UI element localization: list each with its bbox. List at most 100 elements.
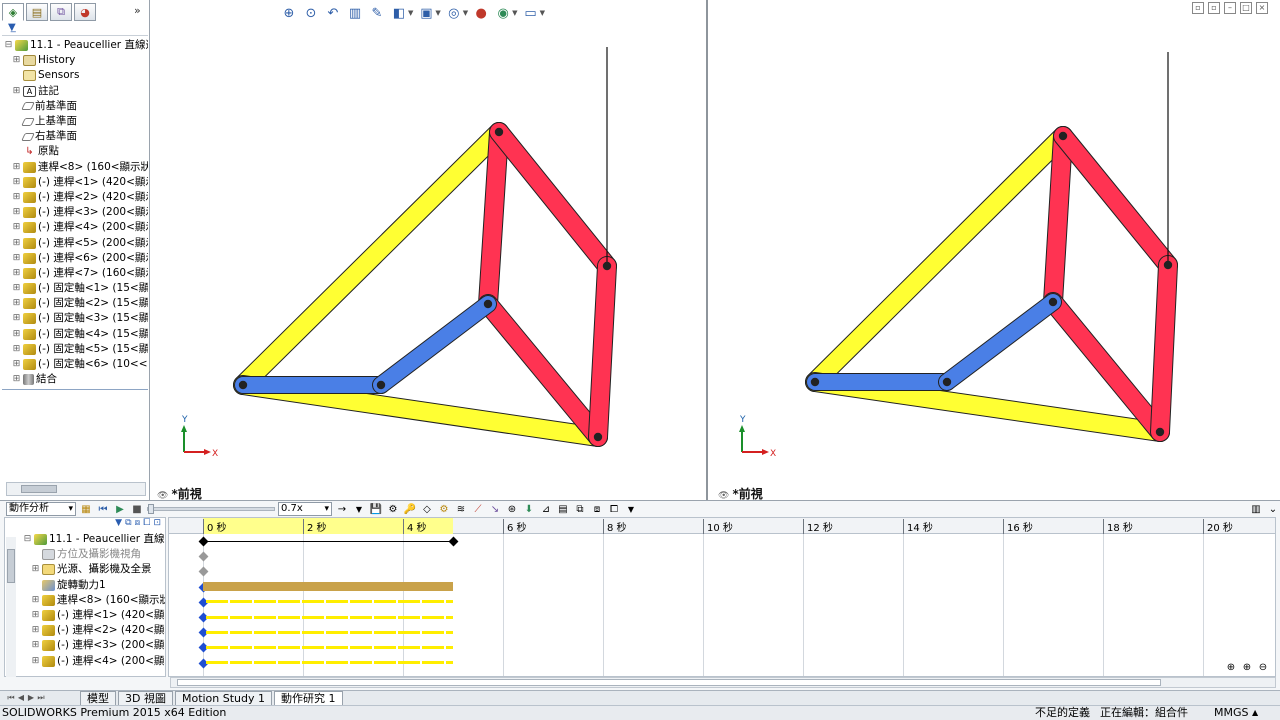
scrollbar-thumb[interactable]	[7, 549, 15, 583]
dropdown-arrow-icon[interactable]: ▼	[463, 9, 468, 17]
pin-joint[interactable]	[1163, 260, 1173, 270]
expand-toggle-icon[interactable]: ⊞	[12, 266, 21, 281]
tree-node[interactable]: ⊞ A 註記	[2, 84, 148, 99]
document-tab[interactable]: Motion Study 1	[174, 691, 273, 705]
expand-toggle-icon[interactable]: ⊞	[12, 220, 21, 235]
tile-icon[interactable]: ▫	[1192, 2, 1204, 14]
tree-node[interactable]: ⊞ (-) 連桿<2> (420<顯示狀	[2, 190, 148, 205]
results-plots-icon[interactable]: ⊿	[539, 502, 553, 516]
motion-tree-scrollbar[interactable]	[6, 537, 16, 677]
motion-tree-row[interactable]: ⊞ (-) 連桿<1> (420<顯示	[5, 608, 165, 623]
pin-joint[interactable]	[1155, 427, 1165, 437]
tree-node[interactable]: ⊞ (-) 固定軸<2> (15<顯示	[2, 296, 148, 311]
force-icon[interactable]: ↘	[488, 502, 502, 516]
edit-appearance-icon[interactable]: ●	[472, 4, 490, 22]
filter-animated-icon[interactable]: ▼	[115, 518, 122, 532]
expand-toggle-icon[interactable]: ⊞	[12, 281, 21, 296]
dynamic-annotation-icon[interactable]: ✎	[368, 4, 386, 22]
pin-joint[interactable]	[494, 127, 504, 137]
tree-node[interactable]: 上基準面	[2, 114, 148, 129]
expand-toggle-icon[interactable]: ⊞	[12, 175, 21, 190]
blue-link-crank[interactable]	[373, 296, 496, 393]
expand-toggle-icon[interactable]: ⊞	[12, 372, 21, 387]
calculate-icon[interactable]: ▦	[79, 502, 93, 516]
red-link-upper-left[interactable]	[479, 123, 508, 313]
red-link-lower-right[interactable]	[589, 257, 616, 446]
dropdown-arrow-icon[interactable]: ▲	[1252, 706, 1258, 720]
expand-toggle-icon[interactable]: ⊞	[12, 342, 21, 357]
tree-node[interactable]: ⊞ (-) 連桿<5> (200<顯示狀	[2, 235, 148, 250]
expand-toggle-icon[interactable]: ⊞	[12, 357, 21, 372]
motion-tree-row[interactable]: ⊞ 光源、攝影機及全景	[5, 562, 165, 577]
tree-node[interactable]: ⊞ (-) 連桿<4> (200<顯示狀	[2, 220, 148, 235]
graphics-viewport-right[interactable]: YX 👁 *前視	[708, 0, 1280, 501]
graphics-viewport-left[interactable]: YX 👁 *前視	[151, 0, 706, 501]
blue-link-crank[interactable]	[939, 294, 1061, 390]
filter-icon[interactable]: ▼̲	[2, 22, 148, 36]
zoom-to-fit-icon[interactable]: ⊕	[1224, 660, 1238, 674]
previous-view-icon[interactable]: ↶	[324, 4, 342, 22]
motor-icon[interactable]: ⚙	[437, 502, 451, 516]
scrollbar-thumb[interactable]	[177, 679, 1161, 686]
spring-icon[interactable]: ≋	[454, 502, 468, 516]
motion-tree-row[interactable]: 方位及攝影機視角	[5, 547, 165, 562]
filter-driving-icon[interactable]: ⧉	[125, 518, 131, 532]
expand-toggle-icon[interactable]: ⊞	[12, 251, 21, 266]
tree-node[interactable]: ⊞ (-) 固定軸<6> (10<<De	[2, 357, 148, 372]
propertymanager-tab[interactable]: ▤	[26, 3, 48, 21]
dropdown-arrow-icon[interactable]: ▼	[624, 502, 638, 516]
expand-toggle-icon[interactable]: ⊞	[31, 593, 40, 608]
configurationmanager-tab[interactable]: ⧉	[50, 3, 72, 21]
zoom-in-icon[interactable]: ⊕	[1240, 660, 1254, 674]
camera-key[interactable]	[198, 551, 209, 562]
timeline-body[interactable]	[169, 518, 1275, 676]
expand-toggle-icon[interactable]: ⊞	[31, 654, 40, 669]
dropdown-arrow-icon[interactable]: ▼	[540, 9, 545, 17]
tree-node[interactable]: ⊞ (-) 連桿<6> (200<顯示狀	[2, 251, 148, 266]
auto-fit-icon[interactable]: ⊡	[153, 518, 161, 532]
part-motion-bar[interactable]	[206, 645, 453, 649]
linkage-model-right[interactable]: YX	[708, 0, 1280, 500]
pin-joint[interactable]	[942, 377, 952, 387]
part-motion-bar[interactable]	[206, 630, 453, 634]
previous-tab-icon[interactable]: ◀	[16, 693, 26, 705]
expand-toggle-icon[interactable]: ⊞	[31, 562, 40, 577]
section-view-icon[interactable]: ▥	[346, 4, 364, 22]
slider-knob[interactable]	[148, 504, 154, 514]
tree-node[interactable]: Sensors	[2, 68, 148, 83]
tree-node[interactable]: ⊞ (-) 連桿<1> (420<顯示狀	[2, 175, 148, 190]
playback-mode-icon[interactable]: →	[335, 502, 349, 516]
pin-joint[interactable]	[483, 299, 493, 309]
expand-toggle-icon[interactable]: ⊞	[12, 205, 21, 220]
autokey-icon[interactable]: 🔑	[403, 502, 417, 516]
contact-icon[interactable]: ⊛	[505, 502, 519, 516]
tree-node[interactable]: ⊞ 結合	[2, 372, 148, 387]
dropdown-arrow-icon[interactable]: ▼	[352, 502, 366, 516]
copy-icon[interactable]: ⧈	[590, 502, 604, 516]
tree-node[interactable]: 前基準面	[2, 99, 148, 114]
expand-toggle-icon[interactable]: ⊞	[12, 296, 21, 311]
expand-toggle-icon[interactable]: ⊞	[12, 327, 21, 342]
minimize-icon[interactable]: –	[1224, 2, 1236, 14]
document-tab[interactable]: 3D 視圖	[118, 691, 173, 705]
part-motion-bar[interactable]	[206, 615, 453, 619]
red-link-upper-left[interactable]	[1044, 127, 1072, 311]
dropdown-arrow-icon[interactable]: ▼	[408, 9, 413, 17]
timeline-area[interactable]: 0 秒2 秒4 秒6 秒8 秒 10 秒 12 秒 14 秒 16 秒 18 秒 20 秒	[168, 517, 1276, 677]
motion-tree-row[interactable]: ⊞ (-) 連桿<3> (200<顯示	[5, 638, 165, 653]
document-tab[interactable]: 模型	[80, 691, 116, 705]
unit-system-button[interactable]: MMGS	[1214, 706, 1249, 720]
tree-node[interactable]: ⊞ (-) 固定軸<3> (15<顯示	[2, 311, 148, 326]
panel-layout-icon[interactable]: ▥	[1249, 502, 1263, 516]
expand-toggle-icon[interactable]: ⊞	[31, 608, 40, 623]
red-link-upper-right[interactable]	[1054, 127, 1177, 274]
expand-toggle-icon[interactable]: ⊞	[31, 638, 40, 653]
red-link-upper-right[interactable]	[490, 123, 616, 275]
rotary-motor-bar[interactable]	[203, 582, 453, 592]
expand-panel-icon[interactable]: »	[134, 4, 141, 17]
stop-icon[interactable]: ■	[130, 502, 144, 516]
first-tab-icon[interactable]: ⏮	[6, 693, 16, 705]
pin-joint[interactable]	[1048, 297, 1058, 307]
tree-node[interactable]: ⊞ 連桿<8> (160<顯示狀態	[2, 160, 148, 175]
pin-joint[interactable]	[593, 432, 603, 442]
